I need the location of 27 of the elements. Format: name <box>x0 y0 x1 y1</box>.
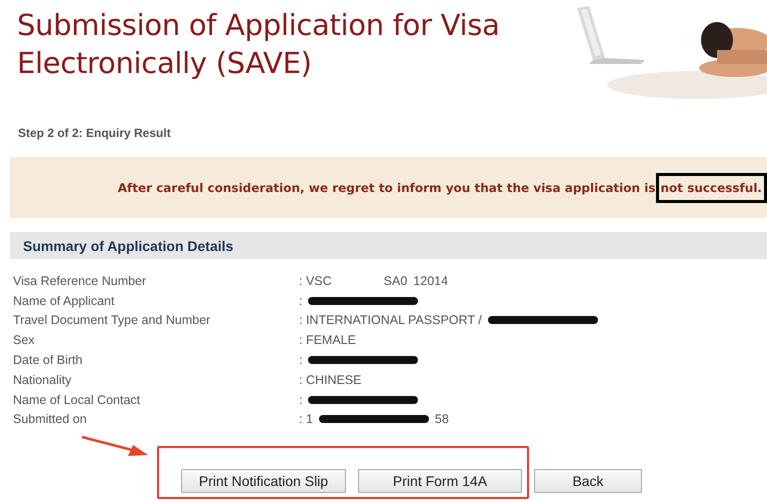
arrow-annotation <box>80 435 150 458</box>
field-label: Nationality <box>13 372 72 387</box>
field-value: : INTERNATIONAL PASSPORT / <box>299 313 482 328</box>
field-label: Travel Document Type and Number <box>13 313 212 328</box>
field-value: : 1 <box>299 412 313 426</box>
field-label: Name of Local Contact <box>13 392 142 407</box>
action-button[interactable]: Print Notification Slip <box>181 469 346 494</box>
field-label: Submitted on <box>13 412 88 426</box>
field-label: Visa Reference Number <box>13 274 148 288</box>
field-value: SA0 <box>384 274 408 288</box>
step-heading: Step 2 of 2: Enquiry Result <box>18 126 171 140</box>
field-value: 12014 <box>413 274 448 288</box>
field-label: Date of Birth <box>13 353 84 368</box>
section-heading: Summary of Application Details <box>23 238 234 254</box>
page-title: Submission of Application for Visa Electronically (SAVE) <box>17 7 501 82</box>
field-value: : FEMALE <box>299 333 356 348</box>
field-label: Name of Applicant <box>13 294 116 308</box>
action-button[interactable]: Print Form 14A <box>358 469 522 494</box>
field-value: : VSC <box>299 274 332 288</box>
field-value: 58 <box>434 412 449 426</box>
field-label: Sex <box>13 333 36 348</box>
field-value: : <box>299 294 302 308</box>
result-message: After careful consideration, we regret to inform you that the visa application is not successful. <box>118 172 767 202</box>
action-button[interactable]: Back <box>534 469 642 494</box>
field-value: : <box>299 353 302 368</box>
field-value: : CHINESE <box>299 372 362 387</box>
field-value: : <box>299 392 302 407</box>
